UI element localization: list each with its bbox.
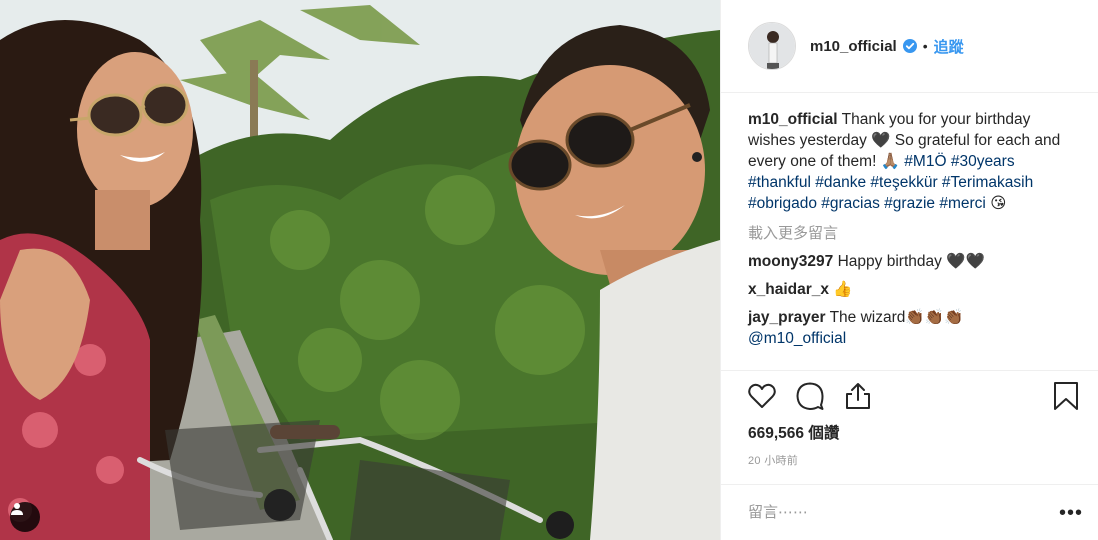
hashtag-link[interactable]: #Terimakasih <box>942 174 1033 191</box>
post-side-panel: m10_official • 追蹤 m10_official Thank you… <box>720 0 1098 540</box>
comment-username[interactable]: moony3297 <box>748 253 833 270</box>
heart-icon <box>748 383 776 408</box>
more-options-button[interactable]: ••• <box>1059 503 1083 523</box>
hashtag-link[interactable]: #30years <box>951 153 1015 170</box>
share-button[interactable] <box>843 381 891 417</box>
avatar[interactable] <box>748 22 796 70</box>
hashtag-link[interactable]: #obrigado <box>748 195 817 212</box>
post-actions-bar <box>721 370 1098 428</box>
comment-item: moony3297 Happy birthday 🖤🖤 <box>748 251 1079 272</box>
caption-username[interactable]: m10_official <box>748 111 838 128</box>
likes-count[interactable]: 669,566 個讚 <box>748 421 839 443</box>
comment-button[interactable] <box>795 381 843 417</box>
bookmark-icon <box>1054 382 1078 410</box>
share-icon <box>846 383 870 409</box>
comment-username[interactable]: x_haidar_x <box>748 281 829 298</box>
caption-emoji: 😘 <box>985 195 1007 212</box>
hashtag-link[interactable]: #grazie <box>884 195 935 212</box>
separator-dot: • <box>922 38 928 54</box>
user-tag-icon <box>11 503 23 515</box>
verified-badge-icon <box>902 39 917 53</box>
comment-text: Happy birthday 🖤🖤 <box>833 253 985 270</box>
add-comment-section: ••• <box>721 484 1098 540</box>
comment-input[interactable] <box>748 504 1059 521</box>
follow-button[interactable]: 追蹤 <box>934 36 964 57</box>
load-more-comments-button[interactable]: 載入更多留言 <box>748 223 1079 244</box>
photo-illustration <box>0 0 720 540</box>
hashtag-link[interactable]: #M1Ö <box>904 153 946 170</box>
post-timestamp[interactable]: 20 小時前 <box>748 452 798 468</box>
comment-username[interactable]: jay_prayer <box>748 309 826 326</box>
post-header: m10_official • 追蹤 <box>721 0 1098 93</box>
comment-item: x_haidar_x 👍 <box>748 279 1079 300</box>
hashtag-link[interactable]: #gracias <box>821 195 880 212</box>
hashtag-link[interactable]: #thankful <box>748 174 811 191</box>
save-button[interactable] <box>1053 381 1083 417</box>
post-photo[interactable] <box>0 0 720 540</box>
comment-text: 👍 <box>829 281 853 298</box>
like-button[interactable] <box>747 381 795 417</box>
avatar-image <box>749 23 795 69</box>
hashtag-link[interactable]: #teşekkür <box>870 174 937 191</box>
comment-mention-link[interactable]: @m10_official <box>748 330 846 347</box>
comment-item: jay_prayer The wizard👏🏾👏🏾👏🏾 @m10_officia… <box>748 307 1079 349</box>
comment-text: The wizard👏🏾👏🏾👏🏾 <box>825 309 964 326</box>
hashtag-link[interactable]: #merci <box>939 195 986 212</box>
comment-icon <box>796 382 824 410</box>
comments-list[interactable]: m10_official Thank you for your birthday… <box>721 93 1098 370</box>
user-tag-button[interactable] <box>10 502 40 532</box>
header-username[interactable]: m10_official <box>810 38 897 55</box>
hashtag-link[interactable]: #danke <box>815 174 866 191</box>
post-caption: m10_official Thank you for your birthday… <box>748 109 1079 214</box>
